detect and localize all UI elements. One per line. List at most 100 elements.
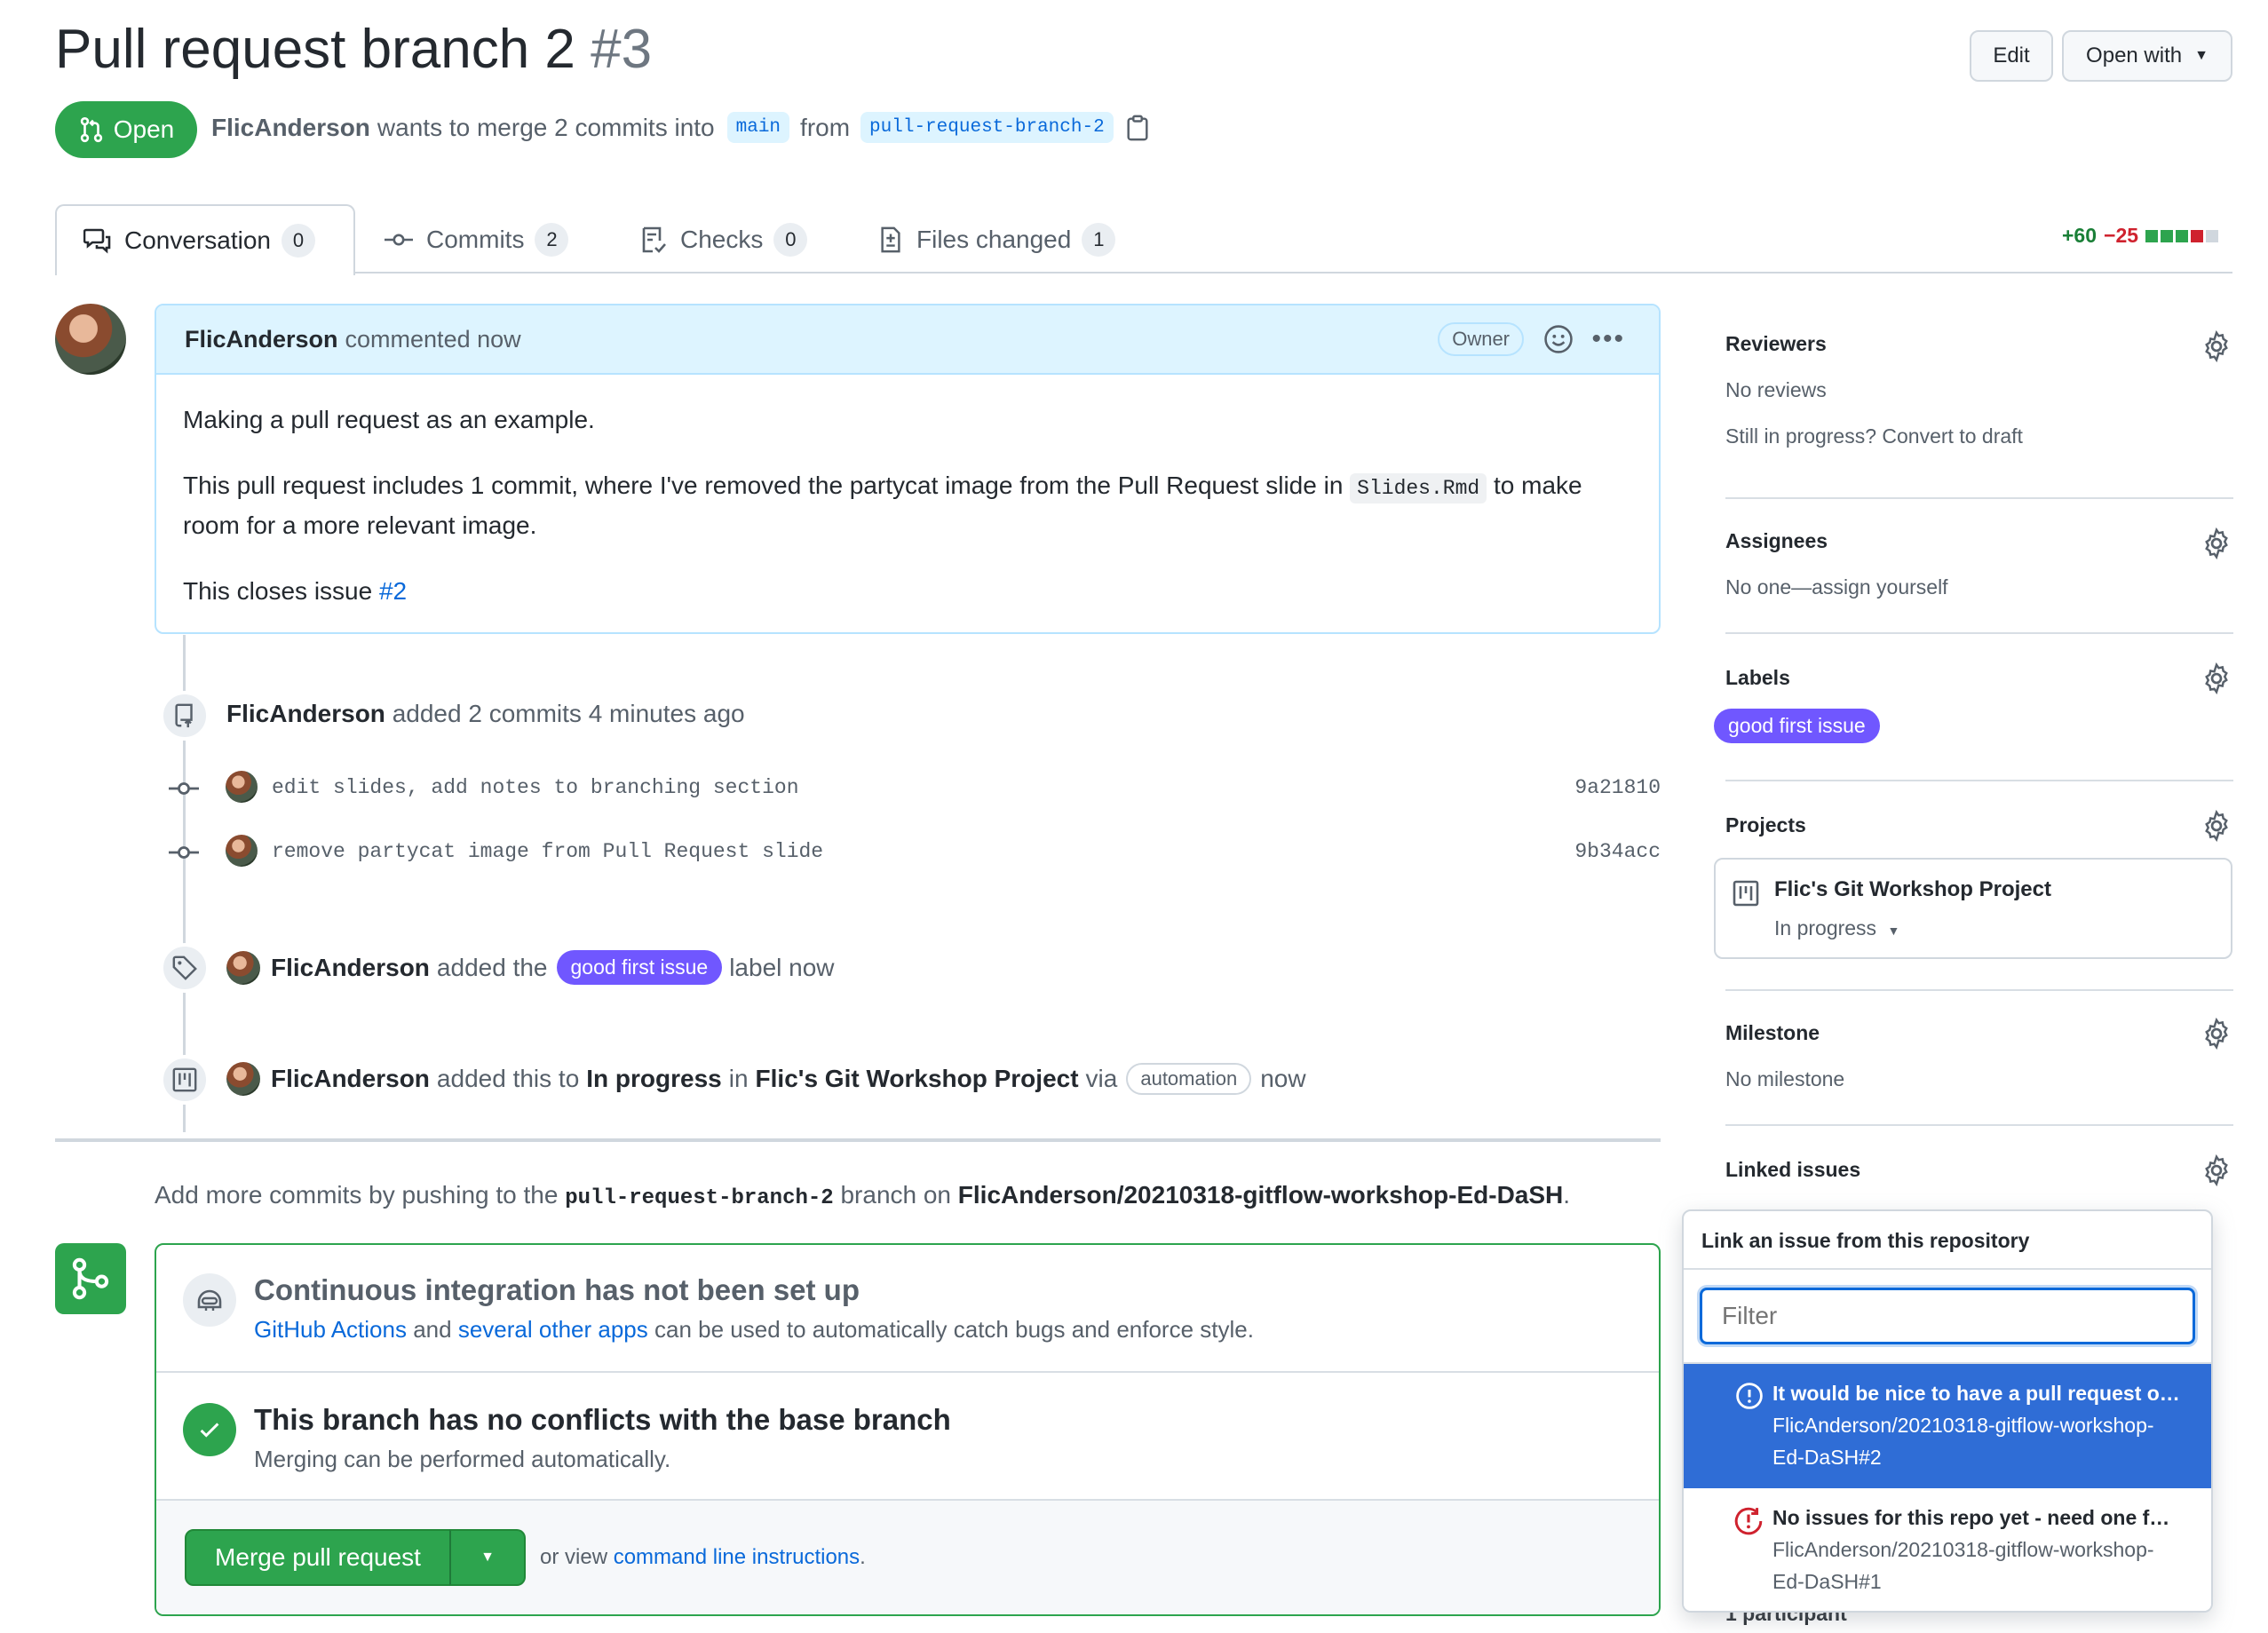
project-link[interactable]: Flic's Git Workshop Project xyxy=(756,1065,1079,1093)
tab-checks-count: 0 xyxy=(773,223,808,257)
milestone-heading[interactable]: Milestone xyxy=(1725,1021,1820,1045)
gear-icon[interactable] xyxy=(2201,1154,2232,1186)
diffstat[interactable]: +60 −25 xyxy=(2062,224,2219,248)
link-issue-popover: Link an issue from this repository It wo… xyxy=(1682,1209,2213,1613)
project-card-name[interactable]: Flic's Git Workshop Project xyxy=(1774,877,2051,902)
commit-sha-link[interactable]: 9a21810 xyxy=(1574,776,1661,799)
event-author-link[interactable]: FlicAnderson xyxy=(226,700,385,727)
ci-title: Continuous integration has not been set … xyxy=(254,1273,860,1306)
event-author-link[interactable]: FlicAnderson xyxy=(271,1065,430,1093)
open-with-label: Open with xyxy=(2086,44,2183,67)
merge-summary: FlicAnderson wants to merge 2 commits in… xyxy=(211,112,1151,143)
comment-text: This closes issue xyxy=(183,577,373,605)
avatar[interactable] xyxy=(226,771,258,803)
merge-method-dropdown[interactable]: ▼ xyxy=(449,1529,526,1586)
comment-paragraph-3: This closes issue #2 xyxy=(183,573,1632,610)
inline-code: Slides.Rmd xyxy=(1350,473,1487,503)
cli-text: . xyxy=(860,1545,866,1569)
assignees-heading[interactable]: Assignees xyxy=(1725,529,1828,553)
file-diff-icon xyxy=(881,226,900,253)
cli-hint: or view command line instructions. xyxy=(540,1545,866,1570)
label-good-first-issue[interactable]: good first issue xyxy=(556,950,723,985)
diffstat-bar xyxy=(2145,229,2219,242)
divider xyxy=(1725,632,2233,634)
reviewers-heading[interactable]: Reviewers xyxy=(1725,332,1827,356)
git-commit-icon xyxy=(385,234,413,246)
filter-input[interactable] xyxy=(1700,1288,2195,1344)
divider xyxy=(1725,497,2233,499)
tab-commits-label: Commits xyxy=(426,226,525,253)
project-card[interactable]: Flic's Git Workshop Project In progress … xyxy=(1714,858,2232,959)
event-author-link[interactable]: FlicAnderson xyxy=(271,954,430,982)
gear-icon[interactable] xyxy=(2201,810,2232,842)
commit-row: remove partycat image from Pull Request … xyxy=(169,833,1661,872)
owner-badge: Owner xyxy=(1438,322,1524,356)
git-commit-icon xyxy=(169,782,199,795)
push-hint-text: Add more commits by pushing to the xyxy=(155,1181,559,1209)
commit-sha-link[interactable]: 9b34acc xyxy=(1574,840,1661,863)
commit-message-link[interactable]: edit slides, add notes to branching sect… xyxy=(272,776,799,799)
issue-opened-icon xyxy=(1736,1383,1763,1409)
commit-message-link[interactable]: remove partycat image from Pull Request … xyxy=(272,840,823,863)
git-merge-icon xyxy=(72,1257,109,1300)
issue-option[interactable]: It would be nice to have a pull request … xyxy=(1684,1364,2211,1488)
edit-button-label: Edit xyxy=(1993,44,2030,67)
git-commit-icon xyxy=(169,846,199,859)
timeline-divider xyxy=(55,1138,1661,1142)
pr-title-text: Pull request branch 2 xyxy=(55,19,575,80)
avatar[interactable] xyxy=(226,1062,260,1096)
pr-title: Pull request branch 2 #3 xyxy=(55,18,652,81)
gear-icon[interactable] xyxy=(2201,1018,2232,1050)
clipboard-icon[interactable] xyxy=(1124,114,1151,142)
comment-meta[interactable]: commented now xyxy=(345,326,521,353)
command-line-link[interactable]: command line instructions xyxy=(614,1545,860,1569)
comment-author-link[interactable]: FlicAnderson xyxy=(185,326,338,353)
comment-discussion-icon xyxy=(83,228,111,254)
issue-link[interactable]: #2 xyxy=(379,577,407,605)
gear-icon[interactable] xyxy=(2201,527,2232,559)
divider xyxy=(1725,989,2233,991)
issue-option-title: No issues for this repo yet - need one f… xyxy=(1772,1506,2170,1529)
avatar[interactable] xyxy=(55,304,126,375)
smiley-icon[interactable] xyxy=(1543,324,1574,354)
avatar[interactable] xyxy=(226,950,260,985)
tab-conversation-count: 0 xyxy=(281,224,315,258)
convert-to-draft-link[interactable]: Still in progress? Convert to draft xyxy=(1725,424,2023,448)
edit-button[interactable]: Edit xyxy=(1970,30,2053,82)
github-actions-link[interactable]: GitHub Actions xyxy=(254,1316,407,1343)
project-status-dropdown[interactable]: In progress ▼ xyxy=(1774,916,1899,940)
avatar[interactable] xyxy=(226,835,258,867)
projects-heading[interactable]: Projects xyxy=(1725,813,1806,837)
base-branch-ref[interactable]: main xyxy=(726,112,790,143)
kebab-horizontal-icon[interactable]: ••• xyxy=(1591,324,1625,354)
comment-box: FlicAnderson commented now Owner ••• Mak… xyxy=(155,304,1661,634)
linked-issues-heading[interactable]: Linked issues xyxy=(1725,1158,1860,1182)
sidebar-label-good-first-issue[interactable]: good first issue xyxy=(1714,709,1880,743)
reviewers-value: No reviews xyxy=(1725,378,1827,401)
divider xyxy=(1725,780,2233,781)
gear-icon[interactable] xyxy=(2201,330,2232,362)
tab-conversation[interactable]: Conversation 0 xyxy=(55,204,355,275)
issue-option[interactable]: No issues for this repo yet - need one f… xyxy=(1684,1488,2211,1611)
labels-heading[interactable]: Labels xyxy=(1725,666,1790,690)
pr-author-link[interactable]: FlicAnderson xyxy=(211,114,370,142)
chevron-down-icon: ▼ xyxy=(480,1550,495,1565)
tab-checks[interactable]: Checks 0 xyxy=(639,206,808,273)
repo-link[interactable]: FlicAnderson/20210318-gitflow-workshop-E… xyxy=(958,1181,1563,1209)
open-with-button[interactable]: Open with ▼ xyxy=(2062,30,2232,82)
comment-text: This pull request includes 1 commit, whe… xyxy=(183,472,1344,499)
tab-files-changed[interactable]: Files changed 1 xyxy=(877,206,1116,273)
other-apps-link[interactable]: several other apps xyxy=(458,1316,648,1343)
tab-commits[interactable]: Commits 2 xyxy=(384,206,569,273)
push-hint-text: branch on xyxy=(840,1181,952,1209)
diffstat-block xyxy=(2191,229,2204,242)
issue-option-title: It would be nice to have a pull request … xyxy=(1772,1382,2180,1405)
assign-yourself-link[interactable]: No one—assign yourself xyxy=(1725,575,1948,599)
ci-section: Continuous integration has not been set … xyxy=(156,1245,1659,1373)
chevron-down-icon: ▼ xyxy=(1887,924,1900,938)
issue-reopened-icon xyxy=(1734,1507,1763,1535)
issue-option-repo: Ed-DaSH#1 xyxy=(1772,1570,1882,1593)
gear-icon[interactable] xyxy=(2201,662,2232,694)
merge-pull-request-button[interactable]: Merge pull request xyxy=(185,1529,451,1586)
head-branch-ref[interactable]: pull-request-branch-2 xyxy=(860,112,1114,143)
